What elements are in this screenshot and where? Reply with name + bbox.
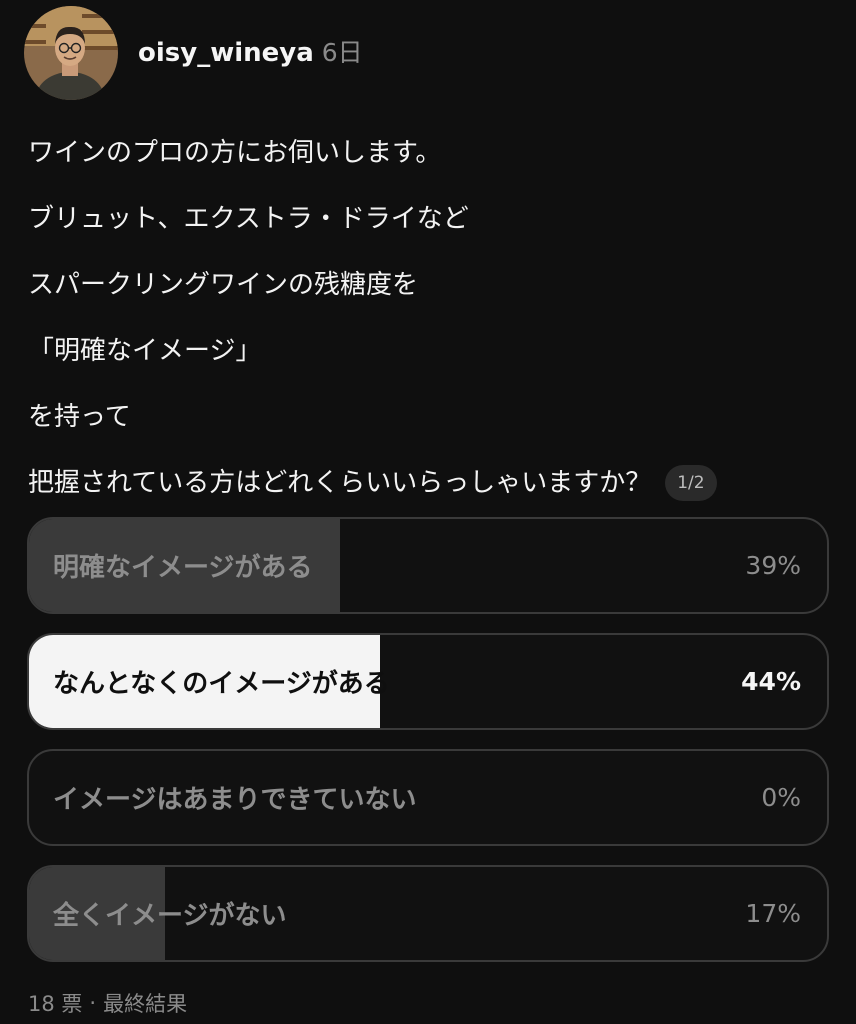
avatar-photo-icon <box>24 6 118 100</box>
post-text-line: スパークリングワインの残糖度を <box>28 270 419 300</box>
post-header: oisy_wineya 6日 <box>24 5 363 101</box>
post-timestamp: 6日 <box>321 38 363 67</box>
post-text-line: を持って <box>28 402 131 432</box>
author-line: oisy_wineya 6日 <box>138 33 363 69</box>
poll-option-label: なんとなくのイメージがある <box>53 669 390 699</box>
poll-option-label: イメージはあまりできていない <box>53 785 417 815</box>
poll: 明確なイメージがある 39% なんとなくのイメージがある 44% イメージはあま… <box>27 517 829 981</box>
post-text-line-with-indicator: 把握されている方はどれくらいいらっしゃいますか？ 1/2 <box>28 450 828 516</box>
poll-option-label: 全くイメージがない <box>53 901 287 931</box>
poll-option-percent: 0% <box>761 783 801 812</box>
vote-count: 18 票 <box>28 992 83 1016</box>
poll-option[interactable]: 明確なイメージがある 39% <box>27 517 829 614</box>
page-indicator-badge[interactable]: 1/2 <box>665 465 717 501</box>
post-text-line: ワインのプロの方にお伺いします。 <box>28 138 442 168</box>
post-text-line: 把握されている方はどれくらいいらっしゃいますか？ <box>28 468 652 498</box>
poll-option[interactable]: なんとなくのイメージがある 44% <box>27 633 829 730</box>
post-text-line: ブリュット、エクストラ・ドライなど <box>28 204 469 234</box>
poll-option[interactable]: 全くイメージがない 17% <box>27 865 829 962</box>
separator-dot: · <box>89 991 97 1015</box>
poll-option[interactable]: イメージはあまりできていない 0% <box>27 749 829 846</box>
poll-option-percent: 17% <box>745 899 801 928</box>
post-body: ワインのプロの方にお伺いします。 ブリュット、エクストラ・ドライなど スパークリ… <box>28 120 828 516</box>
poll-status: 最終結果 <box>103 992 188 1016</box>
poll-option-percent: 39% <box>745 551 801 580</box>
poll-option-percent: 44% <box>741 667 801 696</box>
poll-footer: 18 票 · 最終結果 <box>28 988 187 1018</box>
poll-option-label: 明確なイメージがある <box>53 553 313 583</box>
username-link[interactable]: oisy_wineya <box>138 38 314 68</box>
avatar[interactable] <box>24 6 118 100</box>
post-text-line: 「明確なイメージ」 <box>28 336 262 366</box>
